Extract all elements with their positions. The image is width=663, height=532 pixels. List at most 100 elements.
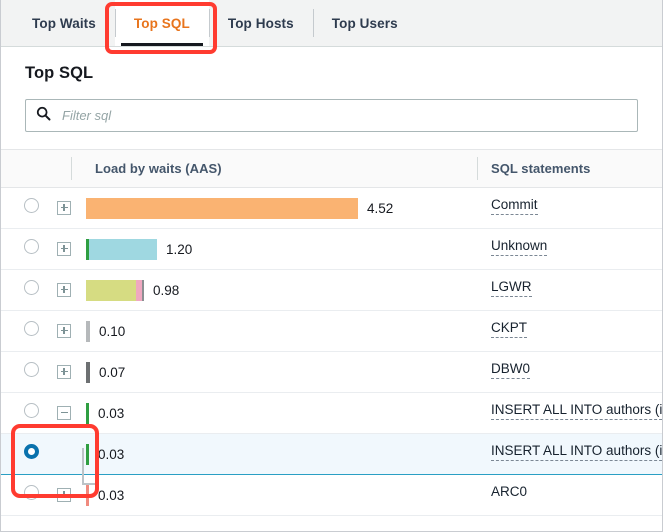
row-expand-cell[interactable] xyxy=(57,229,81,270)
table-row[interactable]: 0.03 ARC0 xyxy=(1,475,663,516)
load-value: 0.03 xyxy=(98,488,124,503)
sql-statement-link[interactable]: INSERT ALL INTO authors (id, xyxy=(491,443,663,461)
row-select-cell[interactable] xyxy=(1,434,57,475)
row-select-cell[interactable] xyxy=(1,393,57,434)
table-header-row: Load by waits (AAS) SQL statements xyxy=(1,150,663,188)
radio-button[interactable] xyxy=(24,239,39,254)
radio-button[interactable] xyxy=(24,321,39,336)
load-value: 0.03 xyxy=(98,406,124,421)
load-cell: 0.03 xyxy=(81,475,477,516)
load-value: 0.07 xyxy=(99,365,125,380)
expand-row-icon[interactable] xyxy=(57,488,71,502)
row-select-cell[interactable] xyxy=(1,188,57,229)
top-sql-panel: Top Waits Top SQL Top Hosts Top Users To… xyxy=(0,0,663,532)
tab-top-users[interactable]: Top Users xyxy=(313,0,417,46)
sql-cell: CKPT xyxy=(477,311,663,352)
table-row[interactable]: 0.07 DBW0 xyxy=(1,352,663,393)
expand-row-icon[interactable] xyxy=(57,365,71,379)
radio-button[interactable] xyxy=(24,362,39,377)
load-cell: 4.52 xyxy=(81,188,477,229)
row-expand-cell[interactable] xyxy=(57,352,81,393)
table-row[interactable]: 0.10 CKPT xyxy=(1,311,663,352)
load-value: 0.03 xyxy=(98,447,124,462)
row-expand-cell[interactable] xyxy=(57,270,81,311)
search-box[interactable] xyxy=(25,99,638,132)
load-bar xyxy=(86,239,157,260)
row-select-cell[interactable] xyxy=(1,475,57,516)
load-bar xyxy=(86,444,89,465)
table-row[interactable]: 0.98 LGWR xyxy=(1,270,663,311)
row-expand-cell xyxy=(57,434,81,475)
load-value: 0.98 xyxy=(153,283,179,298)
collapse-row-icon[interactable] xyxy=(57,406,71,420)
tab-top-waits[interactable]: Top Waits xyxy=(13,0,115,46)
panel-body: Top SQL Load by waits ( xyxy=(1,47,662,516)
radio-button[interactable] xyxy=(24,280,39,295)
tab-label: Top SQL xyxy=(134,16,190,31)
sql-statement-link[interactable]: Commit xyxy=(491,197,538,215)
top-sql-table: Load by waits (AAS) SQL statements 4.52 C… xyxy=(1,149,663,516)
row-expand-cell[interactable] xyxy=(57,393,81,434)
load-bar-segment xyxy=(86,198,358,219)
load-bar-segment xyxy=(86,444,89,465)
row-select-cell[interactable] xyxy=(1,270,57,311)
table-row[interactable]: 4.52 Commit xyxy=(1,188,663,229)
load-bar-segment xyxy=(86,403,89,424)
table-row[interactable]: 0.03 INSERT ALL INTO authors (id, xyxy=(1,434,663,475)
row-expand-cell[interactable] xyxy=(57,311,81,352)
sql-statement-link[interactable]: DBW0 xyxy=(491,361,530,379)
load-bar xyxy=(86,403,89,424)
radio-button[interactable] xyxy=(24,198,39,213)
row-expand-cell[interactable] xyxy=(57,475,81,516)
column-header-sql[interactable]: SQL statements xyxy=(477,150,663,188)
row-select-cell[interactable] xyxy=(1,352,57,393)
table-body: 4.52 Commit 1.20 Unknown 0.98 LGWR 0.10 CKPT 0.0… xyxy=(1,188,663,516)
radio-button[interactable] xyxy=(24,485,39,500)
load-bar xyxy=(86,321,90,342)
sql-statement-link[interactable]: Unknown xyxy=(491,238,547,256)
radio-button-selected[interactable] xyxy=(24,444,39,459)
sql-cell: INSERT ALL INTO authors (id, xyxy=(477,393,663,434)
sql-cell: Unknown xyxy=(477,229,663,270)
column-header-load[interactable]: Load by waits (AAS) xyxy=(81,150,477,188)
sql-statement-link[interactable]: CKPT xyxy=(491,320,527,338)
sql-cell: INSERT ALL INTO authors (id, xyxy=(477,434,663,475)
load-bar xyxy=(86,280,144,301)
load-cell: 0.07 xyxy=(81,352,477,393)
sql-statement-link[interactable]: LGWR xyxy=(491,279,532,297)
table-row[interactable]: 0.03 INSERT ALL INTO authors (id, xyxy=(1,393,663,434)
radio-button[interactable] xyxy=(24,403,39,418)
page-title: Top SQL xyxy=(25,64,638,83)
load-value: 1.20 xyxy=(166,242,192,257)
header-expand xyxy=(57,150,81,188)
expand-row-icon[interactable] xyxy=(57,201,71,215)
load-bar xyxy=(86,485,89,506)
tab-label: Top Hosts xyxy=(228,16,294,31)
load-bar-segment xyxy=(142,280,144,301)
load-bar-segment xyxy=(86,280,136,301)
sql-cell: LGWR xyxy=(477,270,663,311)
table-row[interactable]: 1.20 Unknown xyxy=(1,229,663,270)
load-bar-segment xyxy=(86,321,90,342)
row-select-cell[interactable] xyxy=(1,311,57,352)
sql-cell: Commit xyxy=(477,188,663,229)
expand-row-icon[interactable] xyxy=(57,242,71,256)
load-cell: 0.10 xyxy=(81,311,477,352)
search-icon xyxy=(36,106,51,126)
load-bar xyxy=(86,362,90,383)
load-bar xyxy=(86,198,358,219)
row-select-cell[interactable] xyxy=(1,229,57,270)
row-expand-cell[interactable] xyxy=(57,188,81,229)
tab-label: Top Waits xyxy=(32,16,96,31)
search-input[interactable] xyxy=(60,100,627,131)
expand-row-icon[interactable] xyxy=(57,324,71,338)
sql-statement-link: ARC0 xyxy=(491,484,527,501)
load-bar-segment xyxy=(86,362,90,383)
sql-statement-link[interactable]: INSERT ALL INTO authors (id, xyxy=(491,402,663,420)
expand-row-icon[interactable] xyxy=(57,283,71,297)
header-select xyxy=(1,150,57,188)
tab-top-sql[interactable]: Top SQL xyxy=(115,0,209,46)
tab-top-hosts[interactable]: Top Hosts xyxy=(209,0,313,46)
load-cell: 0.98 xyxy=(81,270,477,311)
load-value: 0.10 xyxy=(99,324,125,339)
